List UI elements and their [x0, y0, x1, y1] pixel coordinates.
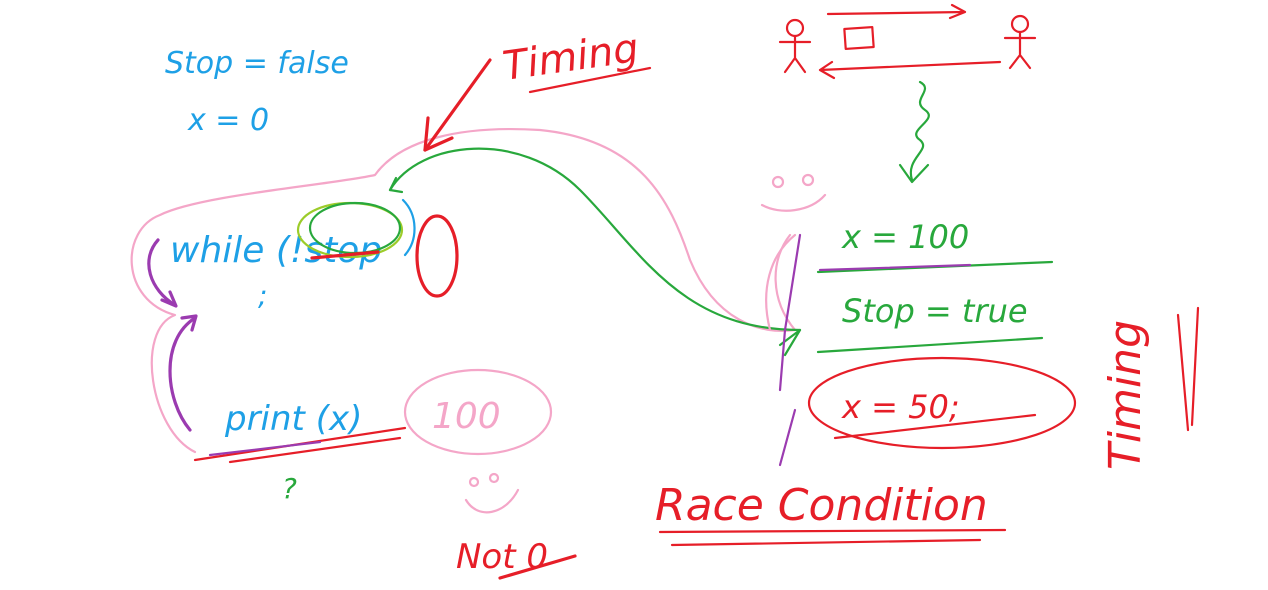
thread2-arrow-1 — [778, 408, 797, 467]
loop-arrow-up — [168, 316, 197, 432]
timing-right-lines — [1176, 306, 1200, 432]
smiley-face-icon-bottom — [464, 472, 520, 514]
whiteboard-canvas: Stop = false x = 0 while (!stop ; print … — [130, 3, 1200, 580]
smiley-face-icon-top — [760, 173, 827, 212]
init-stop-text: Stop = false — [165, 46, 349, 81]
closing-paren-oval — [415, 214, 459, 298]
person-left-icon — [778, 18, 812, 74]
stop-assign-true-underline — [816, 336, 1044, 354]
person-right-icon — [1003, 14, 1037, 70]
print-code-text: print (x) — [224, 399, 362, 439]
exchange-arrow-right — [826, 3, 967, 20]
x-assign-50-text: x = 50; — [841, 388, 960, 426]
shared-object-icon — [843, 25, 875, 51]
squiggle-arrow-head — [898, 163, 930, 184]
timing-top-text: Timing — [500, 25, 641, 90]
stop-link-arrow-head — [388, 176, 404, 194]
closing-paren — [401, 198, 416, 257]
question-text: ? — [282, 472, 297, 505]
semicolon-text: ; — [258, 279, 267, 312]
timing-arrow — [423, 58, 492, 152]
stop-link-arrow — [388, 147, 802, 332]
init-x-text: x = 0 — [187, 103, 269, 138]
print-underline-purple — [208, 440, 322, 457]
race-condition-underline-2 — [670, 538, 982, 547]
stop-assign-true-text: Stop = true — [842, 292, 1028, 330]
print-value-text: 100 — [432, 396, 501, 437]
thread2-pink-link — [765, 233, 797, 332]
squiggle-arrow — [909, 80, 930, 182]
x-assign-100-text: x = 100 — [841, 218, 969, 256]
while-code-text: while (!stop — [170, 230, 382, 271]
not-zero-text: Not 0 — [456, 537, 548, 577]
race-condition-text: Race Condition — [655, 480, 988, 531]
exchange-arrow-left — [818, 60, 1002, 80]
timing-right-text: Timing — [1100, 320, 1151, 470]
